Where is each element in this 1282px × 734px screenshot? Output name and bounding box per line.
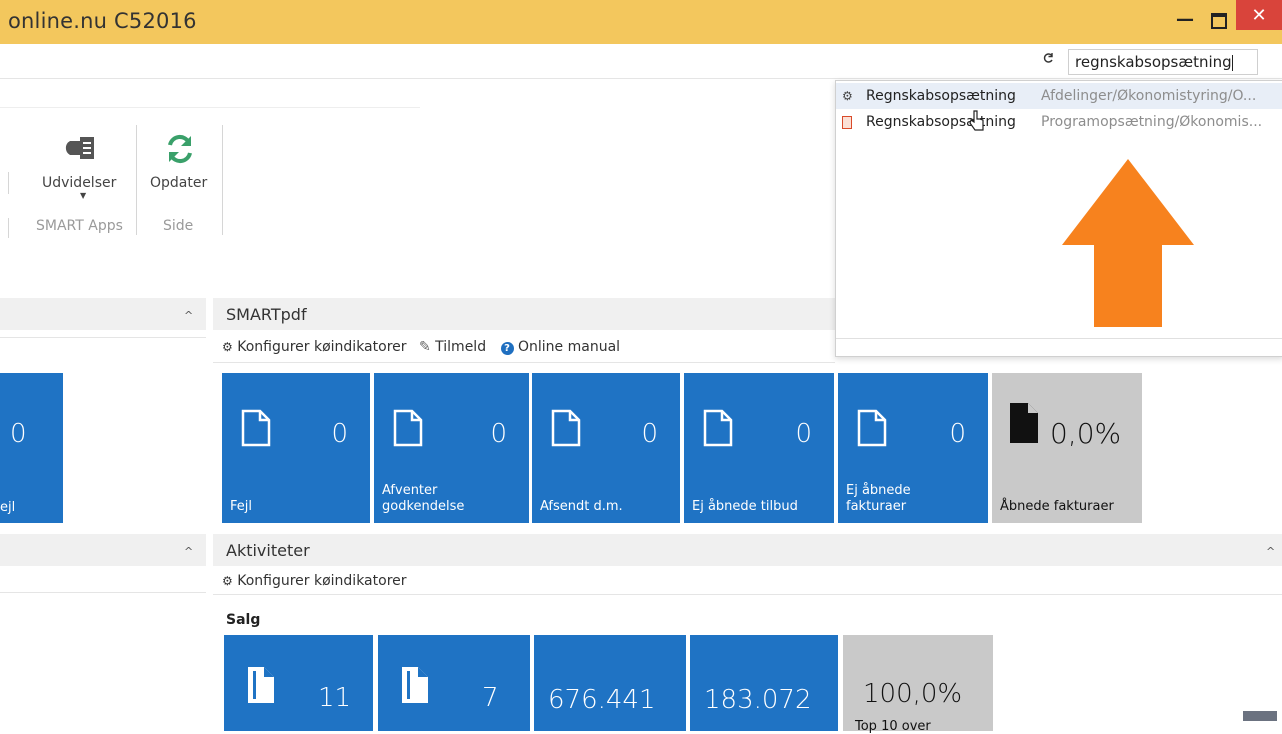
tile-value: 7 xyxy=(482,683,499,713)
tile-value: 0 xyxy=(331,419,348,449)
aktiviteter-title: Aktiviteter xyxy=(226,541,310,560)
tile-value: 0 xyxy=(10,419,27,449)
smart-apps-group-label: SMART Apps xyxy=(36,218,123,234)
tile-value: 100,0% xyxy=(863,679,963,709)
tile-label: Afsendt d.m. xyxy=(540,499,623,514)
document-stack-icon xyxy=(248,667,274,703)
online-manual-link[interactable]: Online manual xyxy=(518,339,620,355)
smartpdf-title: SMARTpdf xyxy=(226,305,307,324)
result-path: Afdelinger/Økonomistyring/O... xyxy=(1041,88,1257,104)
dropdown-arrow-icon: ▼ xyxy=(80,191,87,200)
configure-indicators-link[interactable]: Konfigurer køindikatorer xyxy=(237,573,406,589)
opdater-button[interactable]: Opdater xyxy=(148,125,208,205)
close-button[interactable]: ✕ xyxy=(1236,0,1282,30)
extensions-icon xyxy=(65,137,94,159)
search-results-dropdown: ⚙ Regnskabsopsætning Afdelinger/Økonomis… xyxy=(835,80,1282,357)
window-title: online.nu C52016 xyxy=(8,9,197,33)
tile-label: Ej åbnede fakturaer xyxy=(846,483,911,514)
aktiviteter-toolbar: ⚙ Konfigurer køindikatorer xyxy=(222,573,407,589)
orange-arrow-up-icon xyxy=(1062,159,1194,327)
tile-label: Åbnede fakturaer xyxy=(1000,499,1114,514)
hand-cursor-icon xyxy=(969,110,984,131)
divider xyxy=(213,362,835,363)
tile-label: Afventer godkendelse xyxy=(382,483,465,514)
minimize-button[interactable]: — xyxy=(1168,4,1202,34)
collapse-icon[interactable]: ^ xyxy=(184,545,193,558)
divider xyxy=(213,594,1282,595)
document-filled-icon xyxy=(1010,403,1038,443)
left-section-header xyxy=(0,298,206,330)
activity-tile[interactable]: 676.441 xyxy=(534,635,686,731)
search-result-item[interactable]: ⚙ Regnskabsopsætning Afdelinger/Økonomis… xyxy=(836,83,1282,109)
activity-tile[interactable]: 11 xyxy=(224,635,373,731)
tile-label: Top 10 over xyxy=(855,719,931,734)
text-cursor xyxy=(1231,54,1233,71)
document-icon xyxy=(241,409,271,447)
tile-label: ejl xyxy=(0,500,16,515)
divider xyxy=(0,592,206,593)
aktiviteter-section-header xyxy=(213,534,1282,566)
maximize-button[interactable] xyxy=(1202,6,1236,36)
side-group-label: Side xyxy=(163,218,194,234)
search-input[interactable]: regnskabsopsætning xyxy=(1068,49,1258,75)
udvidelser-button[interactable]: Udvidelser ▼ xyxy=(40,125,130,205)
tile-label: Ej åbnede tilbud xyxy=(692,499,798,514)
divider xyxy=(836,338,1282,339)
kpi-tile-fejl-left[interactable]: 0 ejl xyxy=(0,373,63,523)
tile-value: 11 xyxy=(318,683,352,713)
collapse-icon[interactable]: ^ xyxy=(184,309,193,322)
edit-icon: ✎ xyxy=(418,339,431,355)
left-section-header-2 xyxy=(0,534,206,566)
search-refresh-icon[interactable] xyxy=(1042,52,1054,67)
watermark-badge xyxy=(1243,711,1277,721)
tile-value: 183.072 xyxy=(704,685,812,715)
collapse-icon[interactable]: ^ xyxy=(1266,545,1275,558)
kpi-tile-grey[interactable]: 0,0% Åbnede fakturaer xyxy=(992,373,1142,523)
tile-label: Fejl xyxy=(230,499,252,514)
result-label: Regnskabsopsætning xyxy=(866,88,1016,104)
configure-icon: ⚙ xyxy=(222,574,233,588)
document-stack-icon xyxy=(402,667,428,703)
ribbon-separator xyxy=(8,218,9,238)
divider xyxy=(0,337,206,338)
tile-value: 676.441 xyxy=(548,685,656,715)
configure-icon: ⚙ xyxy=(222,340,233,354)
document-icon xyxy=(857,409,887,447)
ribbon-separator xyxy=(136,125,137,235)
ribbon-separator xyxy=(222,125,223,235)
udvidelser-label: Udvidelser xyxy=(42,175,117,191)
subscribe-link[interactable]: Tilmeld xyxy=(435,339,486,355)
opdater-label: Opdater xyxy=(150,175,208,191)
tile-value: 0,0% xyxy=(1050,417,1122,450)
salg-label: Salg xyxy=(226,612,261,628)
document-icon xyxy=(393,409,423,447)
result-path: Programopsætning/Økonomis... xyxy=(1041,114,1263,130)
search-result-item[interactable]: Regnskabsopsætning Programopsætning/Økon… xyxy=(836,109,1282,135)
ribbon-separator xyxy=(8,172,9,194)
tile-value: 0 xyxy=(795,419,812,449)
tile-value: 0 xyxy=(490,419,507,449)
activity-tile-grey[interactable]: 100,0% Top 10 over xyxy=(843,635,993,734)
activity-tile[interactable]: 7 xyxy=(378,635,530,731)
document-icon xyxy=(551,409,581,447)
kpi-tile[interactable]: 0 Fejl xyxy=(222,373,370,523)
divider xyxy=(0,107,420,108)
result-label: Regnskabsopsætning xyxy=(866,114,1016,130)
activity-tile[interactable]: 183.072 xyxy=(690,635,838,731)
kpi-tile[interactable]: 0 Ej åbnede fakturaer xyxy=(838,373,988,523)
kpi-tile[interactable]: 0 Afventer godkendelse xyxy=(374,373,529,523)
document-icon xyxy=(703,409,733,447)
help-icon: ? xyxy=(500,342,514,355)
clipboard-icon xyxy=(842,115,852,129)
search-value: regnskabsopsætning xyxy=(1075,53,1232,71)
kpi-tile[interactable]: 0 Ej åbnede tilbud xyxy=(684,373,834,523)
configure-indicators-link[interactable]: Konfigurer køindikatorer xyxy=(237,339,406,355)
refresh-icon xyxy=(168,134,192,164)
configure-icon: ⚙ xyxy=(842,89,853,103)
smartpdf-toolbar: ⚙ Konfigurer køindikatorer ✎ Tilmeld ? O… xyxy=(222,339,620,355)
tile-value: 0 xyxy=(641,419,658,449)
maximize-icon xyxy=(1211,13,1227,29)
kpi-tile[interactable]: 0 Afsendt d.m. xyxy=(532,373,680,523)
tile-value: 0 xyxy=(949,419,966,449)
